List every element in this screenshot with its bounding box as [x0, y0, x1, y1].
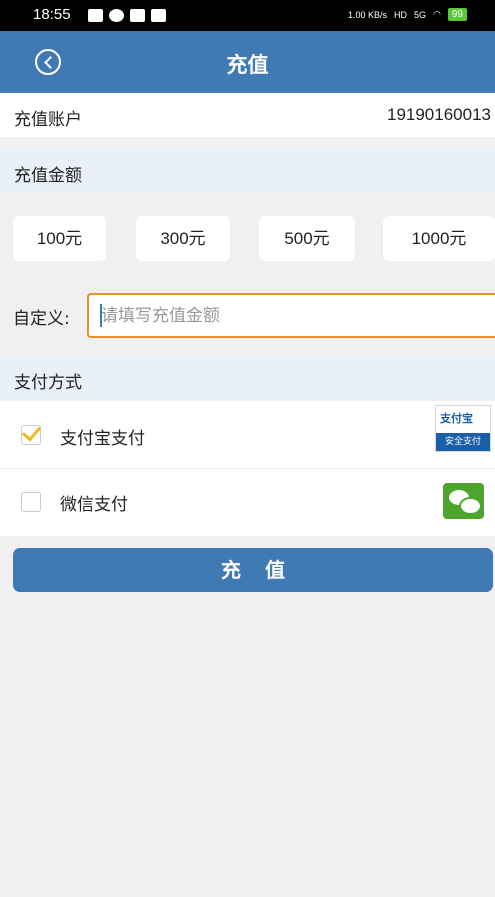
alipay-checkbox[interactable]	[21, 421, 42, 445]
app-header: 充值	[0, 31, 495, 93]
recharge-button[interactable]: 充值	[13, 548, 493, 592]
payment-option-alipay[interactable]: 支付宝支付	[0, 401, 495, 468]
amount-option-100[interactable]: 100元	[13, 216, 106, 261]
payment-section-header: 支付方式	[0, 357, 495, 401]
account-label: 充值账户	[14, 110, 82, 130]
amount-option-300[interactable]: 300元	[136, 216, 230, 261]
page-title: 充值	[226, 53, 269, 77]
app-icon	[130, 9, 145, 22]
net-speed: 1.00 KB/s	[347, 9, 387, 20]
battery-icon: 99	[447, 8, 467, 21]
account-row: 充值账户 19190160013	[0, 93, 495, 137]
system-icons: 1.00 KB/s HD 5G ◠ 99	[348, 8, 467, 21]
account-value: 19190160013	[386, 105, 491, 124]
telegram-icon	[88, 9, 103, 22]
amount-option-1000[interactable]: 1000元	[383, 216, 495, 261]
status-bar: 18:55 1.00 KB/s HD 5G ◠ 99	[0, 0, 495, 31]
payment-section-title: 支付方式	[14, 373, 82, 393]
notification-icons	[88, 9, 166, 22]
hd-icon: HD	[394, 9, 407, 20]
amount-option-500[interactable]: 500元	[259, 216, 355, 261]
payment-option-wechat[interactable]: 微信支付	[0, 469, 495, 536]
check-icon	[21, 421, 42, 442]
wechat-checkbox[interactable]	[21, 492, 41, 512]
wechat-label: 微信支付	[60, 495, 128, 515]
message-icon	[109, 9, 124, 22]
custom-amount-input[interactable]	[87, 293, 495, 338]
signal-icon: 5G	[414, 9, 427, 20]
chat-icon	[151, 9, 166, 22]
custom-amount-label: 自定义:	[13, 309, 70, 329]
text-cursor	[100, 304, 102, 327]
amount-section-header: 充值金额	[0, 149, 495, 193]
alipay-label: 支付宝支付	[60, 429, 145, 449]
wifi-icon: ◠	[433, 9, 441, 19]
alipay-icon: 支付宝 安全支付	[435, 405, 491, 452]
amount-section-title: 充值金额	[14, 166, 82, 186]
status-time: 18:55	[33, 6, 71, 23]
wechat-icon	[443, 483, 484, 519]
